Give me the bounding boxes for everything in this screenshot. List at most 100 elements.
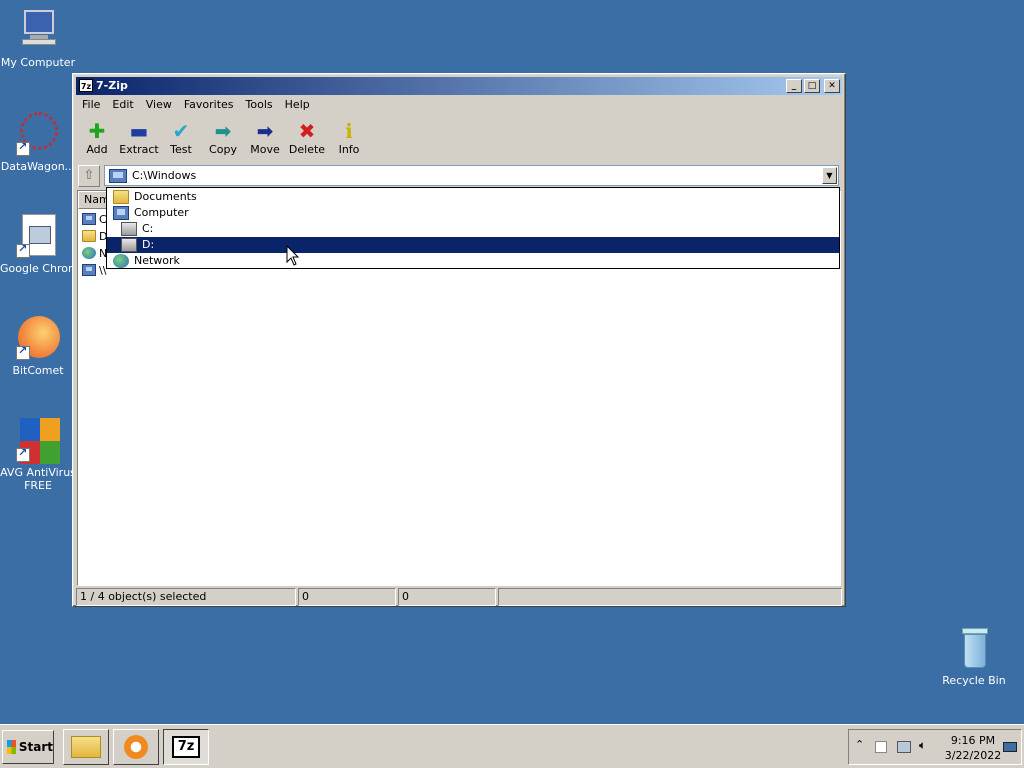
dropdown-item-documents[interactable]: Documents [107, 189, 839, 205]
dropdown-item-drive-d[interactable]: D: [107, 237, 839, 253]
dropdown-item-label: D: [142, 238, 155, 251]
list-item[interactable]: D [82, 228, 107, 244]
move-button[interactable]: ➡ Move [244, 116, 286, 162]
menu-edit[interactable]: Edit [106, 96, 139, 114]
desktop-icon-label: My Computer [0, 56, 76, 69]
check-icon: ✔ [172, 119, 190, 143]
computer-icon [113, 206, 129, 220]
toolbar: ✚ Add ▬ Extract ✔ Test ➡ Copy ➡ Move ✖ D… [76, 116, 842, 162]
up-folder-button[interactable]: ⇧ [78, 165, 100, 187]
taskbar-media-player-button[interactable] [113, 729, 159, 765]
status-size: 0 [298, 588, 396, 606]
close-button[interactable]: ✕ [824, 79, 840, 93]
taskbar: Start 7z ⌃ 🔈︎ 9:16 PM 3/22/2022 [0, 724, 1024, 768]
menu-tools[interactable]: Tools [240, 96, 279, 114]
network-tray-icon[interactable] [897, 741, 911, 753]
copy-button[interactable]: ➡ Copy [202, 116, 244, 162]
media-player-icon [124, 735, 148, 759]
menu-help[interactable]: Help [279, 96, 316, 114]
add-label: Add [86, 143, 108, 156]
extract-label: Extract [119, 143, 159, 156]
clock-time: 9:16 PM [950, 734, 996, 747]
clock[interactable]: 9:16 PM 3/22/2022 [943, 733, 1003, 763]
chevron-up-icon[interactable]: ⌃ [855, 738, 864, 751]
dropdown-item-label: Network [134, 254, 180, 267]
avg-icon [16, 418, 60, 464]
desktop-icon-label: Recycle Bin [942, 674, 1006, 687]
windows-folder-icon [109, 168, 127, 183]
menu-file[interactable]: File [76, 96, 106, 114]
desktop-icon-label: DataWagon... [0, 160, 76, 173]
network-icon [113, 254, 129, 268]
desktop-icon-datawagon[interactable]: DataWagon... [0, 112, 76, 173]
info-button[interactable]: ℹ Info [328, 116, 370, 162]
menu-view[interactable]: View [140, 96, 178, 114]
dropdown-item-label: C: [142, 222, 154, 235]
windows-logo-icon [7, 740, 16, 754]
volume-icon[interactable]: 🔈︎ [919, 738, 926, 753]
info-label: Info [338, 143, 360, 156]
sevenzip-app-icon: 7z [79, 79, 93, 92]
test-label: Test [170, 143, 192, 156]
dropdown-item-network[interactable]: Network [107, 253, 839, 269]
dropdown-item-label: Computer [134, 206, 189, 219]
menu-favorites[interactable]: Favorites [178, 96, 240, 114]
desktop-icon-avg-antivirus[interactable]: AVG AntiVirus FREE [0, 418, 76, 492]
add-button[interactable]: ✚ Add [76, 116, 118, 162]
computer-icon [16, 8, 60, 52]
test-button[interactable]: ✔ Test [160, 116, 202, 162]
chevron-down-icon[interactable]: ▼ [822, 167, 837, 184]
sevenzip-window: 7z 7-Zip _ □ ✕ File Edit View Favorites … [72, 73, 846, 607]
start-button[interactable]: Start [2, 730, 54, 764]
shortcut-arrow-icon [16, 242, 30, 258]
address-value: C:\Windows [132, 169, 197, 182]
shortcut-arrow-icon [16, 344, 30, 360]
move-arrow-icon: ➡ [256, 119, 274, 143]
drive-icon [121, 222, 137, 236]
mouse-cursor-icon [286, 245, 300, 266]
sevenzip-app-icon: 7z [172, 736, 200, 758]
move-label: Move [250, 143, 280, 156]
menu-bar: File Edit View Favorites Tools Help [76, 96, 842, 114]
desktop-icon-label: BitComet [12, 364, 64, 377]
info-icon: ℹ [345, 119, 353, 143]
window-title: 7-Zip [96, 79, 128, 92]
taskbar-7zip-button[interactable]: 7z [163, 729, 209, 765]
desktop-icon-recycle-bin[interactable]: Recycle Bin [936, 626, 1012, 687]
list-item[interactable]: \\ [82, 262, 106, 278]
plus-icon: ✚ [88, 119, 106, 143]
drive-icon [121, 238, 137, 252]
clock-date: 3/22/2022 [944, 749, 1002, 762]
delete-button[interactable]: ✖ Delete [286, 116, 328, 162]
extract-button[interactable]: ▬ Extract [118, 116, 160, 162]
address-combobox[interactable]: C:\Windows ▼ [104, 165, 839, 186]
maximize-button[interactable]: □ [804, 79, 820, 93]
show-desktop-icon[interactable] [1003, 742, 1017, 752]
status-bar: 1 / 4 object(s) selected 0 0 [76, 588, 842, 606]
copy-arrow-icon: ➡ [214, 119, 232, 143]
status-selection: 1 / 4 object(s) selected [76, 588, 296, 606]
desktop-icon-my-computer[interactable]: My Computer [0, 8, 76, 69]
desktop-icon-label: AVG AntiVirus FREE [0, 466, 76, 492]
chrome-document-icon [16, 214, 60, 258]
computer-icon [82, 213, 96, 225]
list-item[interactable]: C [82, 211, 107, 227]
bitcomet-icon [16, 316, 60, 360]
folder-icon [82, 230, 96, 242]
address-dropdown-list: Documents Computer C: D: Network [106, 187, 840, 269]
dropdown-item-drive-c[interactable]: C: [107, 221, 839, 237]
computer-icon [82, 264, 96, 276]
list-item[interactable]: N [82, 245, 107, 261]
address-row: ⇧ C:\Windows ▼ [76, 164, 842, 188]
desktop-icon-label: Google Chrome [0, 262, 76, 275]
desktop-icon-google-chrome[interactable]: Google Chrome [0, 214, 76, 275]
window-titlebar[interactable]: 7z 7-Zip _ □ ✕ [76, 77, 842, 95]
minimize-button[interactable]: _ [786, 79, 802, 93]
action-center-icon[interactable] [875, 741, 887, 753]
taskbar-explorer-button[interactable] [63, 729, 109, 765]
dropdown-item-label: Documents [134, 190, 197, 203]
start-label: Start [18, 740, 53, 754]
status-extra [498, 588, 842, 606]
desktop-icon-bitcomet[interactable]: BitComet [0, 316, 76, 377]
dropdown-item-computer[interactable]: Computer [107, 205, 839, 221]
